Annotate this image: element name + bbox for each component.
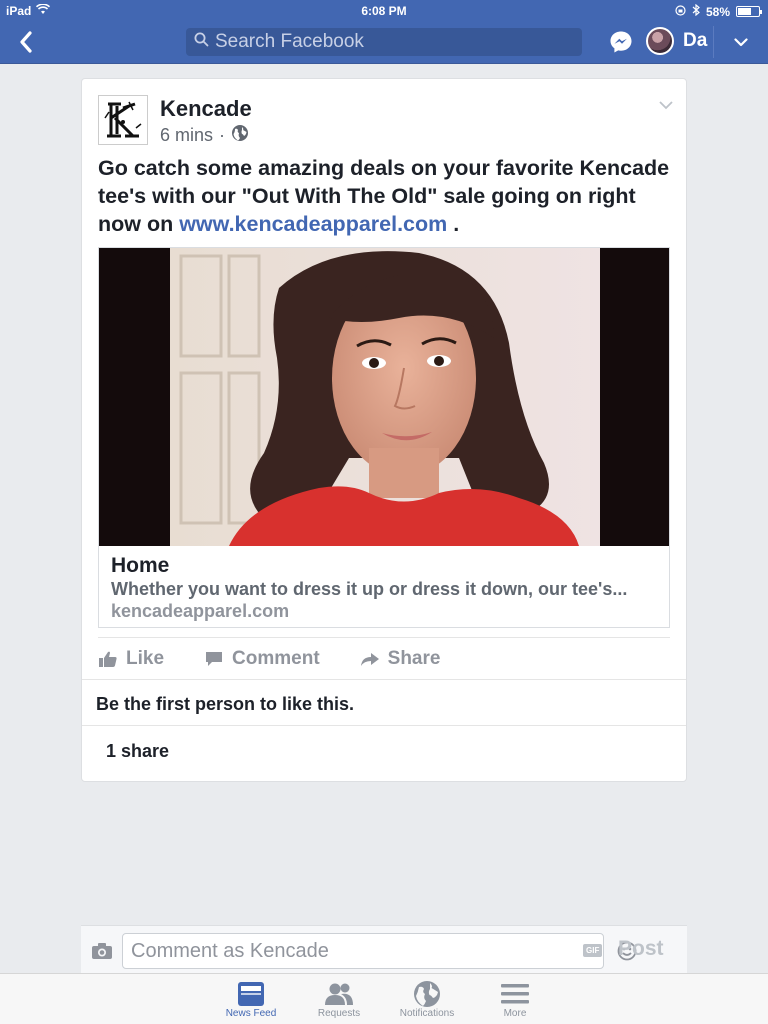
shares-count[interactable]: 1 share <box>82 725 686 781</box>
link-preview[interactable]: Home Whether you want to dress it up or … <box>98 247 670 628</box>
profile-avatar[interactable] <box>646 27 674 55</box>
page-name[interactable]: Kencade <box>160 96 252 122</box>
tab-more[interactable]: More <box>480 980 550 1019</box>
comment-input[interactable]: Comment as Kencade GIF <box>122 933 637 969</box>
preview-title: Home <box>111 554 170 577</box>
orientation-lock-icon <box>675 4 686 19</box>
tab-notifications[interactable]: Notifications <box>392 980 462 1019</box>
preview-domain: kencadeapparel.com <box>111 601 290 621</box>
post-actions: Like Comment Share <box>98 637 670 679</box>
post-link[interactable]: www.kencadeapparel.com <box>179 212 447 236</box>
post-text: Go catch some amazing deals on your favo… <box>98 154 678 238</box>
battery-percent: 58% <box>705 4 730 19</box>
globe-icon <box>414 981 440 1007</box>
navigation-bar: Search Facebook Da <box>0 20 768 64</box>
top-bar: iPad 6:08 PM 58% Search Facebook Da <box>0 0 768 64</box>
tab-requests[interactable]: Requests <box>304 980 374 1019</box>
page-logo[interactable] <box>98 95 148 145</box>
public-globe-icon <box>231 124 249 147</box>
like-button[interactable]: Like <box>98 648 164 670</box>
post-meta: 6 mins · <box>160 124 249 147</box>
clock: 6:08 PM <box>361 4 407 18</box>
preview-description: Whether you want to dress it up or dress… <box>111 579 628 599</box>
back-button[interactable] <box>12 28 40 56</box>
post-options-button[interactable] <box>658 97 674 110</box>
tab-label: More <box>503 1008 527 1019</box>
post-text-tail: . <box>447 212 460 236</box>
profile-name[interactable]: Da <box>683 30 707 52</box>
search-bar[interactable]: Search Facebook <box>186 28 582 56</box>
tab-label: Notifications <box>399 1008 455 1019</box>
search-placeholder: Search Facebook <box>215 31 364 52</box>
preview-image[interactable] <box>99 248 669 546</box>
comment-label: Comment <box>232 647 320 669</box>
share-label: Share <box>387 647 441 669</box>
share-arrow-icon <box>360 652 379 666</box>
camera-icon[interactable] <box>91 942 113 960</box>
tab-label: Requests <box>317 1008 361 1019</box>
post-timestamp[interactable]: 6 mins <box>160 125 213 146</box>
comment-composer: Comment as Kencade GIF Post <box>81 925 687 973</box>
status-bar: iPad 6:08 PM 58% <box>0 0 768 20</box>
chevron-down-icon <box>659 101 673 110</box>
battery-icon <box>736 6 762 17</box>
bluetooth-icon <box>692 3 700 19</box>
gif-button[interactable]: GIF <box>583 944 603 957</box>
thumbs-up-icon <box>99 651 117 667</box>
likes-summary[interactable]: Be the first person to like this. <box>82 679 686 725</box>
comment-icon <box>206 651 223 666</box>
messenger-icon[interactable] <box>609 30 633 54</box>
divider <box>713 26 714 58</box>
account-menu-button[interactable] <box>730 30 752 54</box>
bottom-tab-bar: News Feed Requests Notifications More <box>0 973 768 1024</box>
menu-icon <box>501 984 529 1004</box>
tab-news-feed[interactable]: News Feed <box>216 980 286 1019</box>
chevron-left-icon <box>20 31 32 53</box>
share-button[interactable]: Share <box>360 647 441 670</box>
preview-meta: Home Whether you want to dress it up or … <box>99 546 669 627</box>
news-feed-icon <box>238 982 264 1006</box>
comment-button[interactable]: Comment <box>204 648 320 670</box>
chevron-down-icon <box>734 37 748 46</box>
search-icon <box>194 32 209 52</box>
meta-separator: · <box>219 125 226 145</box>
tab-label: News Feed <box>225 1008 277 1019</box>
comment-placeholder: Comment as Kencade <box>131 939 329 962</box>
like-label: Like <box>126 647 165 669</box>
friend-requests-icon <box>325 983 353 1005</box>
post-card: Kencade 6 mins · Go catch some amazing d… <box>81 78 687 782</box>
post-comment-button[interactable]: Post <box>618 937 664 961</box>
